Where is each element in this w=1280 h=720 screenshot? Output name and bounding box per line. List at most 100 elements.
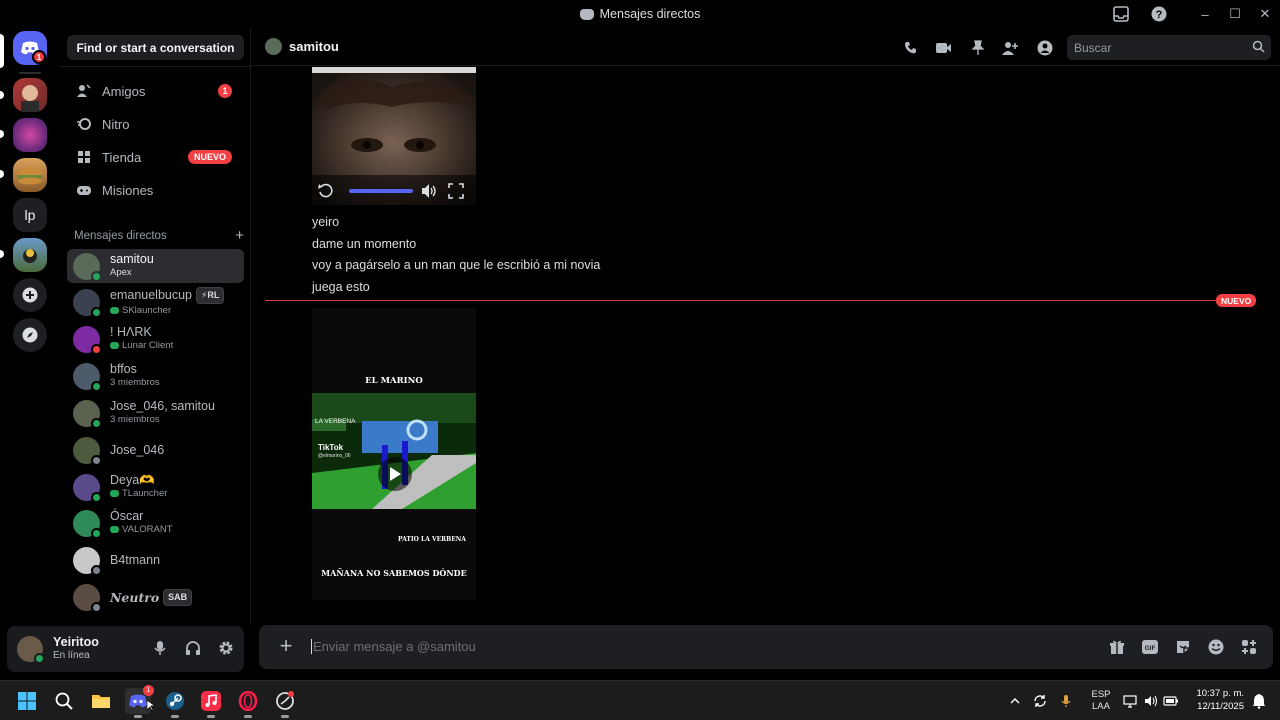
search-input[interactable]: Buscar bbox=[1067, 35, 1271, 60]
gift-icon[interactable] bbox=[1107, 637, 1127, 657]
dm-item-oscar[interactable]: Óscar VALORANT bbox=[67, 506, 244, 540]
video-call-icon[interactable] bbox=[934, 38, 953, 57]
language-indicator[interactable]: ESP LAA bbox=[1087, 689, 1115, 713]
server-icon-3[interactable] bbox=[13, 158, 47, 192]
video-caption: MAÑANA NO SABEMOS DÓNDE bbox=[321, 568, 467, 578]
inbox-icon[interactable] bbox=[1112, 5, 1130, 23]
settings-gear-icon[interactable] bbox=[216, 638, 236, 658]
user-profile-icon[interactable] bbox=[1035, 38, 1054, 57]
nav-nitro-label: Nitro bbox=[102, 116, 130, 132]
nav-shop[interactable]: Tienda NUEVO bbox=[67, 142, 244, 172]
status-online-icon bbox=[91, 380, 102, 392]
dm-item-bffos[interactable]: bffos 3 miembros bbox=[67, 359, 244, 393]
upload-plus-button[interactable]: + bbox=[275, 635, 297, 658]
status-online-icon bbox=[91, 491, 102, 503]
clock[interactable]: 10:37 p. m. 12/11/2025 bbox=[1196, 687, 1244, 713]
dm-item-deya[interactable]: Deya🫶 TLauncher bbox=[67, 470, 244, 504]
tray-overflow-icon[interactable] bbox=[1007, 698, 1023, 704]
replay-icon[interactable] bbox=[317, 183, 333, 202]
sync-icon[interactable] bbox=[1027, 694, 1053, 708]
apps-icon[interactable] bbox=[1239, 637, 1259, 657]
search-icon bbox=[1252, 40, 1265, 56]
avatar bbox=[73, 583, 102, 613]
server-icon-lp[interactable]: lp bbox=[13, 198, 47, 232]
play-button[interactable] bbox=[378, 457, 412, 491]
steam-icon[interactable] bbox=[162, 688, 188, 718]
add-server-button[interactable] bbox=[13, 278, 47, 312]
server-icon-4[interactable] bbox=[13, 238, 47, 272]
taskbar-search-icon[interactable] bbox=[51, 688, 77, 714]
status-online-icon bbox=[91, 270, 102, 282]
video-attachment-2[interactable]: EL MARINO LA VERBENA TikTok @elmarino_06… bbox=[312, 308, 476, 600]
dm-item-samitou[interactable]: samitou Apex bbox=[67, 249, 244, 283]
window-controls: – ☐ ✕ bbox=[1190, 0, 1280, 28]
file-explorer-icon[interactable] bbox=[88, 688, 114, 714]
volume-icon[interactable] bbox=[421, 183, 439, 202]
progress-bar[interactable] bbox=[349, 189, 413, 193]
video-attachment-1[interactable] bbox=[312, 67, 476, 205]
avatar bbox=[73, 473, 102, 503]
avatar bbox=[73, 288, 102, 318]
music-app-icon[interactable] bbox=[198, 688, 224, 718]
running-indicator bbox=[281, 715, 289, 718]
create-dm-button[interactable]: + bbox=[235, 228, 244, 243]
server-icon-2[interactable] bbox=[13, 118, 47, 152]
microphone-icon[interactable] bbox=[150, 638, 170, 658]
dm-item-jose[interactable]: Jose_046 bbox=[67, 433, 244, 467]
taskbar-discord-badge: 1 bbox=[143, 685, 154, 696]
help-icon[interactable]: ? bbox=[1150, 5, 1168, 23]
selected-pill bbox=[0, 34, 4, 68]
nav-quests[interactable]: Misiones bbox=[67, 175, 244, 205]
recipient-avatar bbox=[265, 38, 282, 55]
maximize-button[interactable]: ☐ bbox=[1220, 0, 1250, 28]
group-avatar bbox=[73, 362, 102, 392]
explore-servers-button[interactable] bbox=[13, 318, 47, 352]
running-indicator bbox=[207, 715, 215, 718]
tray-microphone-icon[interactable] bbox=[1053, 694, 1079, 708]
notifications-icon[interactable] bbox=[1252, 693, 1266, 712]
recipient[interactable]: samitou bbox=[265, 38, 339, 55]
running-indicator bbox=[171, 715, 179, 718]
gif-icon[interactable]: GIF bbox=[1140, 637, 1160, 657]
sticker-icon[interactable] bbox=[1173, 637, 1193, 657]
speaker-icon[interactable] bbox=[1141, 695, 1161, 707]
voice-call-icon[interactable] bbox=[901, 38, 920, 57]
close-window-button[interactable]: ✕ bbox=[1250, 0, 1280, 28]
avatar bbox=[73, 546, 102, 576]
add-friends-to-dm-icon[interactable] bbox=[1001, 38, 1020, 57]
emoji-icon[interactable] bbox=[1206, 637, 1226, 657]
dm-item-hark[interactable]: ! HΛRK Lunar Client bbox=[67, 322, 244, 356]
message-input[interactable]: Enviar mensaje a @samitou bbox=[311, 639, 476, 654]
windows-start-icon[interactable] bbox=[14, 688, 40, 714]
avatar bbox=[73, 252, 102, 282]
user-panel: Yeiritoo En línea bbox=[7, 626, 244, 672]
find-conversation-button[interactable]: Find or start a conversation bbox=[67, 35, 244, 60]
dm-item-b4tmann[interactable]: B4tmann bbox=[67, 543, 244, 577]
message-text: yeiro bbox=[312, 215, 340, 229]
window-title: Mensajes directos bbox=[579, 7, 700, 21]
dm-item-jose-samitou[interactable]: Jose_046, samitou 3 miembros bbox=[67, 396, 244, 430]
nav-nitro[interactable]: Nitro bbox=[67, 109, 244, 139]
game-app-icon[interactable] bbox=[272, 688, 298, 718]
status-offline-icon bbox=[91, 601, 102, 613]
nav-shop-label: Tienda bbox=[102, 149, 142, 165]
fullscreen-icon[interactable] bbox=[448, 183, 464, 202]
network-icon[interactable] bbox=[1119, 694, 1141, 708]
message-composer: + Enviar mensaje a @samitou GIF bbox=[259, 625, 1273, 669]
avatar bbox=[73, 325, 102, 355]
quests-icon bbox=[75, 181, 93, 199]
battery-icon[interactable] bbox=[1161, 696, 1181, 706]
user-avatar[interactable] bbox=[17, 636, 45, 664]
video-banner-text: LA VERBENA bbox=[315, 418, 356, 425]
dm-item-emanuelbucup[interactable]: emanuelbucup ⚡RL SKlauncher bbox=[67, 285, 244, 319]
headphones-icon[interactable] bbox=[183, 638, 203, 658]
pinned-messages-icon[interactable] bbox=[968, 38, 987, 57]
server-icon-1[interactable] bbox=[13, 78, 47, 112]
nav-friends[interactable]: Amigos 1 bbox=[67, 76, 244, 106]
dm-item-neutro[interactable]: Neutro SAB bbox=[67, 580, 244, 614]
unread-pill bbox=[0, 170, 4, 178]
tiktok-handle: @elmarino_06 bbox=[318, 453, 351, 459]
minimize-button[interactable]: – bbox=[1190, 0, 1220, 28]
opera-gx-icon[interactable] bbox=[235, 688, 261, 718]
game-controller-icon bbox=[110, 526, 119, 533]
